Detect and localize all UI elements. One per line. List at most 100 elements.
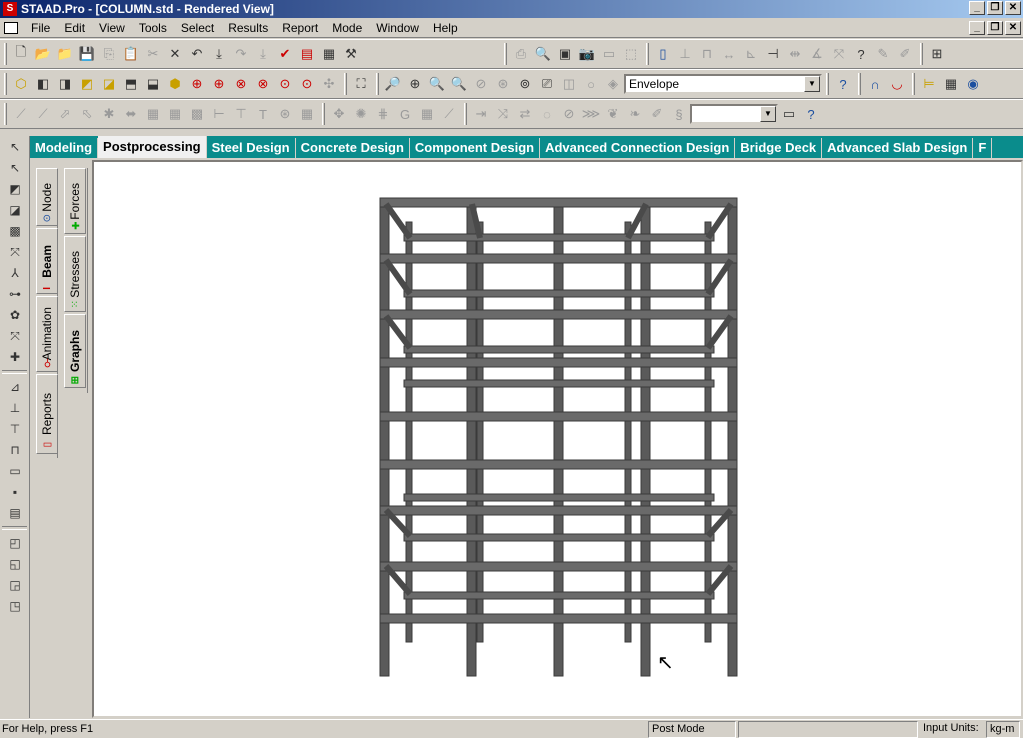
structure-select[interactable]: ▼ xyxy=(690,104,778,124)
restore-button[interactable]: ❐ xyxy=(987,1,1003,15)
toolbar-grip-2[interactable] xyxy=(504,43,507,65)
rotate-right-icon[interactable]: ⊗ xyxy=(252,73,274,95)
spec-icon[interactable]: ⊓ xyxy=(4,440,26,460)
structure-window-icon[interactable]: ▯ xyxy=(652,43,674,65)
zoom-out-icon[interactable]: 🔍 xyxy=(448,73,470,95)
annotation-icon[interactable]: ✐ xyxy=(894,43,916,65)
context-help-icon[interactable]: ? xyxy=(800,103,822,125)
hammer-icon[interactable]: ⚒ xyxy=(340,43,362,65)
grid-icon[interactable]: ▦ xyxy=(142,103,164,125)
toolbar-grip-3[interactable] xyxy=(646,43,649,65)
report-table-icon[interactable]: ▤ xyxy=(4,503,26,523)
tab-concrete-design[interactable]: Concrete Design xyxy=(296,138,410,158)
document-icon[interactable] xyxy=(4,21,18,34)
section-icon[interactable]: ⊨ xyxy=(918,73,940,95)
result-select-3-icon[interactable]: ◲ xyxy=(4,575,26,595)
back-view-icon[interactable]: ◨ xyxy=(54,73,76,95)
stretch-icon[interactable]: ⇥ xyxy=(470,103,492,125)
brush-icon[interactable]: ✐ xyxy=(646,103,668,125)
properties-icon[interactable]: ⊤ xyxy=(4,419,26,439)
snap-node-icon[interactable]: ⟋ xyxy=(10,103,32,125)
add-icon[interactable]: ✚ xyxy=(4,347,26,367)
zoom-in-icon[interactable]: 🔍 xyxy=(426,73,448,95)
right-view-icon[interactable]: ◩ xyxy=(76,73,98,95)
shape-icon[interactable]: ◈ xyxy=(602,73,624,95)
toolbar-grip-6[interactable] xyxy=(344,73,347,95)
surfaces-cursor-icon[interactable]: ◪ xyxy=(4,200,26,220)
mesh-region-icon[interactable]: ▦ xyxy=(416,103,438,125)
menu-results[interactable]: Results xyxy=(221,18,275,38)
tab-advanced-slab-design[interactable]: Advanced Slab Design xyxy=(822,138,974,158)
toolbar-grip-10[interactable] xyxy=(912,73,915,95)
toolbar-grip-4[interactable] xyxy=(920,43,923,65)
loads-icon[interactable]: ⊿ xyxy=(4,377,26,397)
nodes-cursor-icon[interactable]: ↖ xyxy=(4,137,26,157)
toolbar-grip-12[interactable] xyxy=(322,103,325,125)
curved-member-icon[interactable]: ❧ xyxy=(624,103,646,125)
add-solid-icon[interactable]: ✱ xyxy=(98,103,120,125)
doc-minimize-button[interactable]: _ xyxy=(969,21,985,35)
picture-icon[interactable]: ▣ xyxy=(554,43,576,65)
supports-icon[interactable]: ⊥ xyxy=(4,398,26,418)
front-view-icon[interactable]: ◧ xyxy=(32,73,54,95)
deflection-icon[interactable]: ◡ xyxy=(886,73,908,95)
menu-window[interactable]: Window xyxy=(369,18,426,38)
beams-cursor-icon[interactable]: ↖ xyxy=(4,158,26,178)
results-type-select[interactable]: Envelope ▼ xyxy=(624,74,822,94)
copy-icon[interactable]: ⎘ xyxy=(98,43,120,65)
minimize-button[interactable]: _ xyxy=(969,1,985,15)
zoom-pan-icon[interactable]: ⊛ xyxy=(492,73,514,95)
result-select-4-icon[interactable]: ◳ xyxy=(4,596,26,616)
result-select-2-icon[interactable]: ◱ xyxy=(4,554,26,574)
translational-repeat-icon[interactable]: ⬌ xyxy=(120,103,142,125)
geometry-cursor-icon[interactable]: ⤧ xyxy=(4,242,26,262)
doc-restore-button[interactable]: ❐ xyxy=(987,21,1003,35)
tool-end-icon[interactable]: ⊞ xyxy=(926,43,948,65)
move-icon[interactable]: ✥ xyxy=(328,103,350,125)
help-question-icon[interactable]: ? xyxy=(850,43,872,65)
generate-icon[interactable]: ⋙ xyxy=(580,103,602,125)
tab-animation[interactable]: Animation ⚲ xyxy=(36,296,58,372)
close-button[interactable]: ✕ xyxy=(1005,1,1021,15)
cut-icon[interactable]: ✂ xyxy=(142,43,164,65)
new-file-icon[interactable]: 🗋 xyxy=(10,43,32,65)
calculator-icon[interactable]: ▦ xyxy=(318,43,340,65)
tab-graphs[interactable]: Graphs ⊞ xyxy=(64,314,86,388)
intersect-icon[interactable]: ⤨ xyxy=(492,103,514,125)
print-preview-icon[interactable]: 🔍 xyxy=(532,43,554,65)
toolbar-grip-7[interactable] xyxy=(376,73,379,95)
display-whole-icon[interactable]: ⛶ xyxy=(350,73,372,95)
menu-report[interactable]: Report xyxy=(275,18,325,38)
label-beams-icon[interactable]: ⊓ xyxy=(696,43,718,65)
delete-icon[interactable]: ✕ xyxy=(164,43,186,65)
beam-parallel-icon[interactable]: ⅄ xyxy=(4,263,26,283)
text-icon[interactable]: T xyxy=(252,103,274,125)
measure-icon[interactable]: ⊾ xyxy=(740,43,762,65)
rotate-free-icon[interactable]: ✣ xyxy=(318,73,340,95)
toolbar-grip-5[interactable] xyxy=(4,73,7,95)
tab-advanced-connection-design[interactable]: Advanced Connection Design xyxy=(540,138,736,158)
zoom-previous-icon[interactable]: ⊘ xyxy=(470,73,492,95)
web-icon[interactable]: ◉ xyxy=(962,73,984,95)
undo-arrow-icon[interactable]: ⤓ xyxy=(208,43,230,65)
tab-stresses[interactable]: Stresses ⁙ xyxy=(64,236,86,312)
query-icon[interactable]: ⤧ xyxy=(828,43,850,65)
paste-icon[interactable]: 📋 xyxy=(120,43,142,65)
tab-component-design[interactable]: Component Design xyxy=(410,138,541,158)
tab-reports[interactable]: Reports ▭ xyxy=(36,374,58,454)
redo-icon[interactable]: ↷ xyxy=(230,43,252,65)
link-icon[interactable]: § xyxy=(668,103,690,125)
print-icon[interactable]: ⎙ xyxy=(510,43,532,65)
save-icon[interactable]: 💾 xyxy=(76,43,98,65)
spring-icon[interactable]: ❦ xyxy=(602,103,624,125)
load-help-icon[interactable]: ? xyxy=(832,73,854,95)
menu-view[interactable]: View xyxy=(92,18,132,38)
tab-bridge-deck[interactable]: Bridge Deck xyxy=(735,138,823,158)
rotate-left-icon[interactable]: ⊗ xyxy=(230,73,252,95)
run-analysis-icon[interactable]: ✔ xyxy=(274,43,296,65)
display-view-icon[interactable]: ◫ xyxy=(558,73,580,95)
open-folder-icon[interactable]: 📂 xyxy=(32,43,54,65)
chevron-down-icon[interactable]: ▼ xyxy=(804,76,820,92)
output-file-icon[interactable]: ▤ xyxy=(296,43,318,65)
spin-left-icon[interactable]: ⊙ xyxy=(274,73,296,95)
